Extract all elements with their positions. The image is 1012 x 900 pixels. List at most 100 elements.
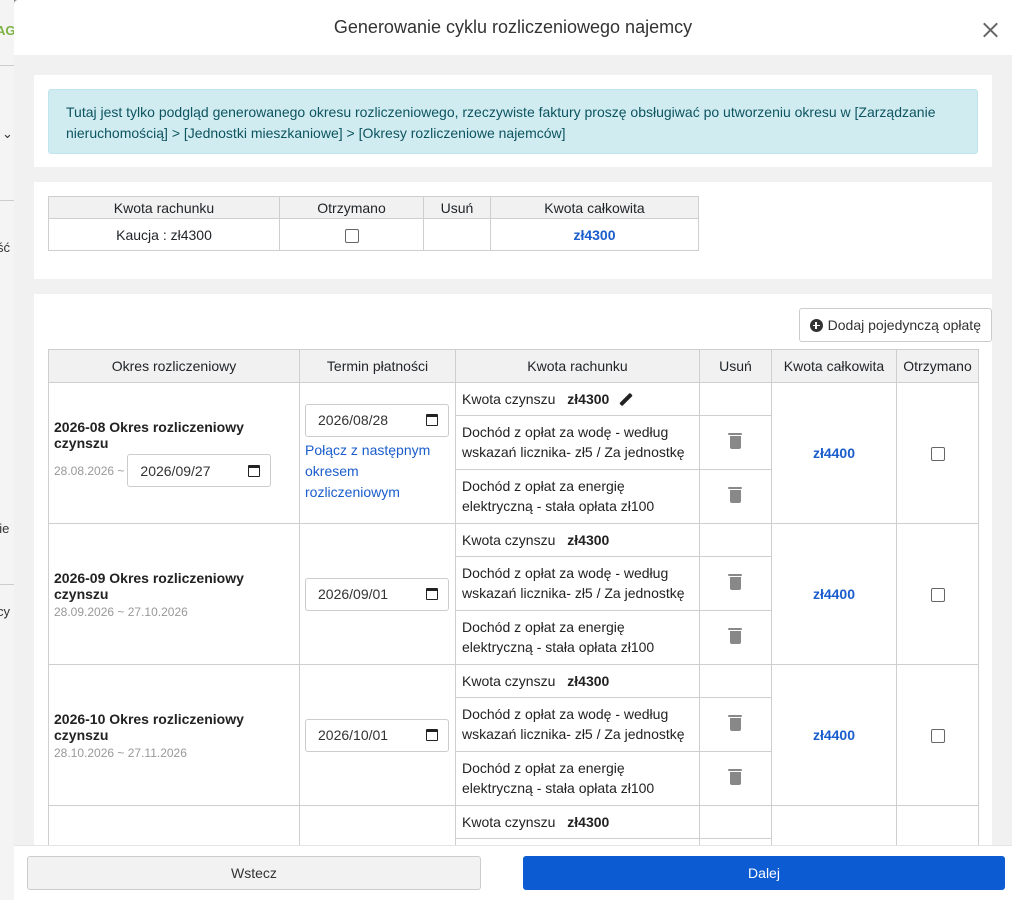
calendar-icon[interactable]	[426, 729, 438, 741]
deposit-bill: Kaucja : zł4300	[48, 218, 280, 251]
next-button[interactable]: Dalej	[523, 856, 1005, 890]
power-line: Dochód z opłat za energię elektryczną - …	[456, 609, 700, 664]
due-date-input[interactable]: 2026/09/01	[305, 577, 449, 611]
info-card: Tutaj jest tylko podgląd generowanego ok…	[34, 75, 992, 167]
trash-icon[interactable]	[728, 768, 743, 786]
background-page: AG ⌄ ść nie cy	[0, 0, 14, 900]
date-value: 2026/10/01	[318, 727, 389, 743]
col-header: Okres rozliczeniowy	[48, 349, 300, 383]
total-cell	[771, 805, 897, 845]
calendar-icon[interactable]	[426, 588, 438, 600]
period-cell: 2026-08 Okres rozliczeniowy czynszu 28.0…	[48, 382, 300, 524]
period-cell	[48, 805, 300, 845]
rent-label: Kwota czynszu	[462, 531, 556, 548]
deposit-delete-cell	[423, 218, 491, 251]
rent-label: Kwota czynszu	[462, 813, 556, 830]
col-header: Otrzymano	[279, 196, 424, 219]
plus-circle-icon	[809, 318, 823, 332]
rent-amount: zł4300	[567, 813, 610, 830]
table-row: Kwota czynszu zł4300	[48, 805, 979, 845]
back-button[interactable]: Wstecz	[27, 856, 481, 890]
bill-lines: Kwota czynszu zł4300	[456, 806, 771, 845]
received-checkbox[interactable]	[930, 447, 945, 462]
due-date-input[interactable]: 2026/08/28	[305, 403, 449, 437]
period-cell: 2026-09 Okres rozliczeniowy czynszu 28.0…	[48, 523, 300, 665]
period-end-date-input[interactable]: 2026/09/27	[127, 454, 272, 487]
trash-icon[interactable]	[728, 714, 743, 731]
trash-icon[interactable]	[728, 627, 743, 645]
rent-line: Kwota czynszu zł4300	[456, 524, 700, 557]
periods-card: Dodaj pojedynczą opłatę Okres rozliczeni…	[34, 294, 992, 845]
modal-body: Tutaj jest tylko podgląd generowanego ok…	[14, 55, 1012, 845]
received-cell	[896, 523, 979, 665]
billing-cycle-modal: Generowanie cyklu rozliczeniowego najemc…	[14, 0, 1012, 900]
calendar-icon[interactable]	[426, 414, 438, 426]
due-cell: 2026/08/28 Połącz z następnym okresem ro…	[299, 382, 456, 524]
delete-cell	[698, 609, 771, 664]
col-header: Termin płatności	[299, 349, 456, 383]
period-range-start: 28.08.2026 ~	[54, 463, 125, 478]
rent-amount: zł4300	[567, 531, 610, 548]
delete-cell	[698, 524, 771, 557]
col-header: Usuń	[423, 196, 491, 219]
col-header: Kwota rachunku	[455, 349, 700, 383]
table-row: 2026-10 Okres rozliczeniowy czynszu 28.1…	[48, 664, 979, 806]
delete-cell	[698, 837, 771, 845]
water-line: Dochód z opłat za wodę - według wskazań …	[456, 696, 700, 752]
col-header: Kwota całkowita	[490, 196, 699, 219]
merge-next-period-link[interactable]: Połącz z następnym okresem rozliczeniowy…	[305, 440, 450, 503]
bg-divider	[0, 200, 14, 201]
period-total[interactable]: zł4400	[813, 586, 855, 602]
period-title: 2026-08 Okres rozliczeniowy czynszu	[54, 419, 244, 451]
due-cell: 2026/09/01	[299, 523, 456, 665]
period-title: 2026-09 Okres rozliczeniowy czynszu	[54, 569, 244, 602]
delete-cell	[698, 555, 771, 611]
delete-cell	[698, 665, 771, 698]
received-checkbox[interactable]	[930, 729, 945, 744]
received-cell	[896, 382, 979, 524]
period-range: 28.10.2026 ~ 27.11.2026	[54, 745, 187, 760]
rent-amount: zł4300	[567, 672, 610, 689]
trash-icon[interactable]	[728, 573, 743, 590]
period-total[interactable]: zł4400	[813, 727, 855, 743]
deposit-received-cell	[279, 218, 424, 251]
rent-line: Kwota czynszu zł4300	[456, 806, 700, 839]
rent-line: Kwota czynszu zł4300	[456, 665, 700, 698]
delete-cell	[698, 414, 771, 470]
bill-lines: Kwota czynszu zł4300 Dochód z opłat za w…	[456, 524, 771, 664]
date-value: 2026/09/01	[318, 586, 389, 602]
rent-label: Kwota czynszu	[462, 390, 556, 407]
due-cell: 2026/10/01	[299, 664, 456, 806]
bill-lines-cell: Kwota czynszu zł4300	[455, 805, 772, 845]
close-icon[interactable]	[980, 20, 1000, 40]
add-single-fee-label: Dodaj pojedynczą opłatę	[827, 317, 981, 333]
power-line: Dochód z opłat za energię elektryczną - …	[456, 468, 700, 523]
deposit-total[interactable]: zł4300	[573, 227, 615, 243]
delete-cell	[698, 383, 771, 416]
deposit-total-cell: zł4300	[490, 218, 699, 251]
trash-icon[interactable]	[728, 486, 743, 504]
add-single-fee-button[interactable]: Dodaj pojedynczą opłatę	[798, 308, 992, 342]
trash-icon[interactable]	[728, 432, 743, 449]
chevron-down-icon: ⌄	[2, 126, 13, 141]
received-cell	[896, 664, 979, 806]
period-total[interactable]: zł4400	[813, 445, 855, 461]
due-date-input[interactable]: 2026/10/01	[305, 718, 449, 752]
col-header: Otrzymano	[896, 349, 979, 383]
table-row: 2026-08 Okres rozliczeniowy czynszu 28.0…	[48, 382, 979, 524]
bill-lines-cell: Kwota czynszu zł4300 Dochód z opłat za w…	[455, 664, 772, 806]
delete-cell	[698, 750, 771, 805]
bill-lines-cell: Kwota czynszu zł4300 Dochód z opłat za w…	[455, 523, 772, 665]
period-range: 28.08.2026 ~ 2026/09/27	[54, 454, 294, 487]
pencil-icon[interactable]	[619, 393, 633, 407]
received-checkbox[interactable]	[344, 228, 359, 243]
total-cell: zł4400	[771, 523, 897, 665]
calendar-icon[interactable]	[248, 464, 261, 477]
date-value: 2026/08/28	[318, 412, 389, 428]
bg-fragment: nie	[0, 521, 10, 536]
received-checkbox[interactable]	[930, 588, 945, 603]
received-cell	[896, 805, 979, 845]
table-row: 2026-09 Okres rozliczeniowy czynszu 28.0…	[48, 523, 979, 665]
rent-label: Kwota czynszu	[462, 672, 556, 689]
modal-title: Generowanie cyklu rozliczeniowego najemc…	[333, 17, 693, 37]
